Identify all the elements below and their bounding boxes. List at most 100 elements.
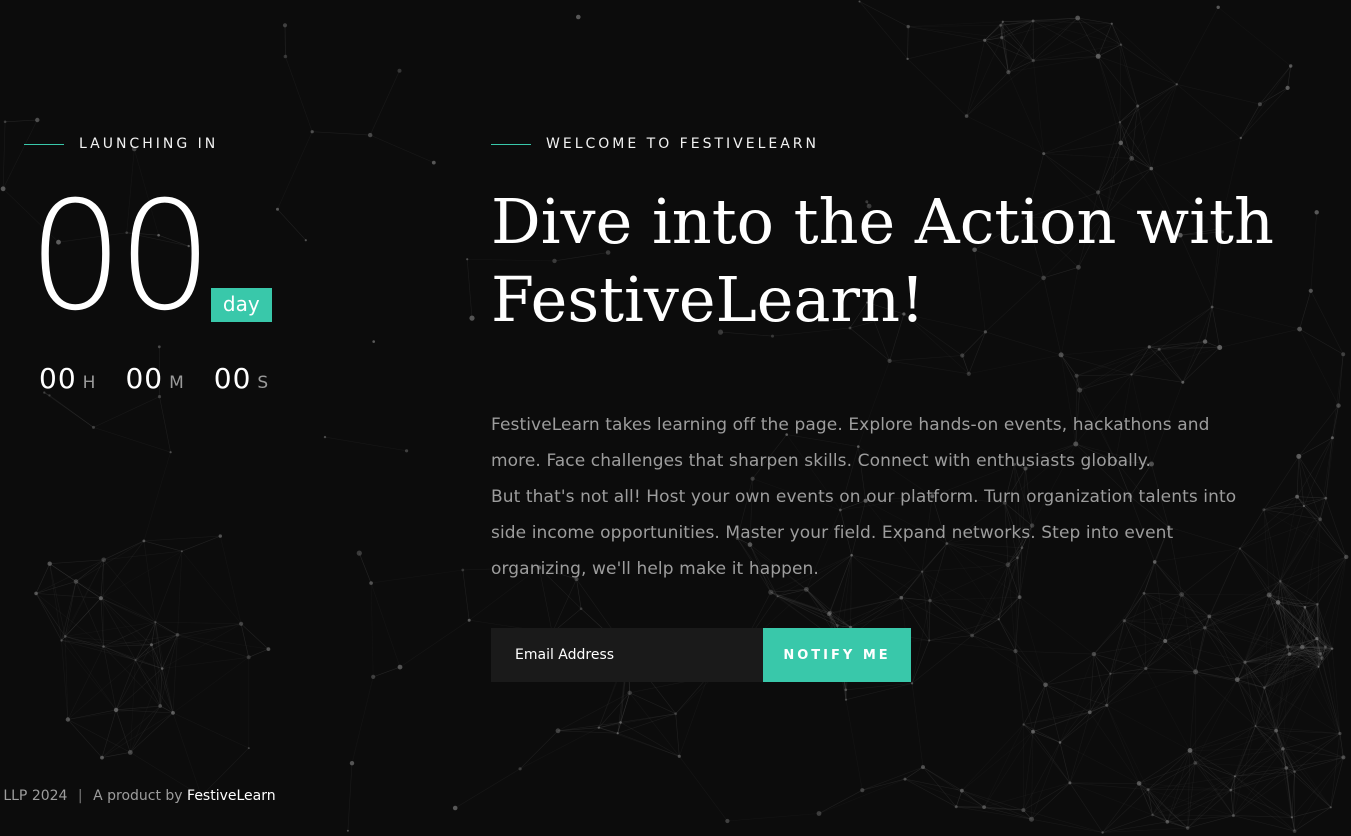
network-line: [1143, 593, 1205, 629]
network-line: [1069, 782, 1103, 833]
network-line: [101, 709, 117, 758]
network-node: [102, 645, 105, 648]
network-line: [1151, 137, 1241, 169]
seconds-group: 00 S: [214, 362, 268, 395]
network-line: [155, 551, 183, 623]
hours-label: H: [82, 373, 96, 393]
network-line: [1079, 346, 1150, 391]
network-line: [1032, 705, 1107, 732]
network-line: [93, 427, 171, 453]
network-node: [1281, 747, 1285, 751]
network-line: [1296, 456, 1300, 497]
network-line: [1181, 594, 1210, 617]
network-node: [73, 579, 79, 584]
network-node: [1136, 781, 1142, 786]
network-line: [1268, 519, 1321, 596]
network-line: [928, 600, 931, 641]
hms-countdown: 00 H 00 M 00 S: [39, 362, 298, 395]
network-node: [1329, 806, 1332, 809]
network-node: [1147, 345, 1151, 349]
network-line: [862, 778, 906, 791]
network-node: [911, 682, 914, 685]
network-line: [1149, 346, 1220, 348]
festivelearn-link[interactable]: FestiveLearn: [187, 788, 276, 804]
network-line: [103, 550, 182, 561]
copyright-text: n LLP 2024: [0, 788, 68, 804]
network-node: [65, 717, 71, 722]
network-node: [34, 591, 38, 596]
network-line: [371, 569, 463, 584]
network-line: [1033, 56, 1099, 61]
network-line: [1023, 742, 1061, 811]
accent-rule: [491, 143, 531, 145]
network-node: [835, 623, 839, 628]
network-node: [964, 114, 969, 118]
network-node: [999, 23, 1003, 27]
network-line: [1182, 341, 1206, 383]
network-node: [844, 698, 848, 701]
network-node: [1234, 677, 1240, 682]
network-line: [598, 692, 630, 728]
network-line: [1195, 762, 1234, 816]
network-node: [677, 754, 681, 758]
description-paragraph-2: But that's not all! Host your own events…: [491, 487, 1237, 579]
network-line: [1280, 505, 1305, 582]
network-line: [1167, 789, 1231, 823]
network-line: [1102, 783, 1140, 833]
network-line: [49, 563, 77, 582]
network-node: [1109, 672, 1112, 675]
network-node: [368, 132, 373, 138]
network-line: [370, 134, 434, 163]
network-node: [1142, 591, 1146, 595]
network-node: [768, 589, 774, 595]
network-node: [246, 655, 251, 660]
network-node: [627, 690, 632, 695]
network-line: [1195, 679, 1238, 764]
network-line: [966, 40, 985, 117]
network-line: [966, 115, 1044, 154]
network-line: [1176, 84, 1241, 139]
network-line: [159, 396, 171, 453]
network-node: [579, 607, 583, 610]
network-line: [351, 676, 374, 764]
network-line: [1023, 809, 1103, 833]
network-line: [61, 581, 77, 641]
network-line: [67, 709, 117, 720]
network-line: [907, 58, 967, 117]
network-node: [0, 186, 6, 192]
network-line: [1152, 750, 1191, 816]
network-line: [1294, 807, 1331, 832]
network-line: [1338, 354, 1344, 406]
network-line: [1015, 650, 1094, 655]
network-node: [928, 598, 932, 603]
network-line: [727, 813, 820, 822]
network-node: [1095, 53, 1101, 59]
network-node: [1239, 136, 1243, 140]
network-node: [1119, 43, 1123, 46]
network-line: [966, 60, 1034, 117]
network-line: [968, 354, 1062, 375]
email-input[interactable]: [491, 628, 763, 682]
network-line: [115, 659, 136, 711]
network-line: [1158, 349, 1184, 383]
day-badge: day: [210, 288, 272, 322]
network-line: [324, 436, 407, 452]
network-node: [954, 805, 958, 809]
network-node: [1266, 592, 1272, 598]
network-line: [1148, 789, 1231, 791]
network-node: [1274, 728, 1278, 733]
notify-me-button[interactable]: NOTIFY ME: [763, 628, 911, 682]
network-line: [598, 713, 676, 728]
network-line: [1093, 593, 1145, 655]
network-node: [1118, 140, 1124, 146]
network-node: [1074, 373, 1079, 378]
network-node: [674, 712, 678, 716]
network-node: [1344, 554, 1349, 560]
network-node: [1216, 5, 1220, 9]
network-node: [1058, 352, 1064, 358]
network-node: [1262, 508, 1266, 512]
network-line: [1124, 620, 1147, 669]
network-line: [75, 581, 156, 623]
network-node: [1118, 121, 1122, 124]
network-node: [858, 0, 861, 3]
